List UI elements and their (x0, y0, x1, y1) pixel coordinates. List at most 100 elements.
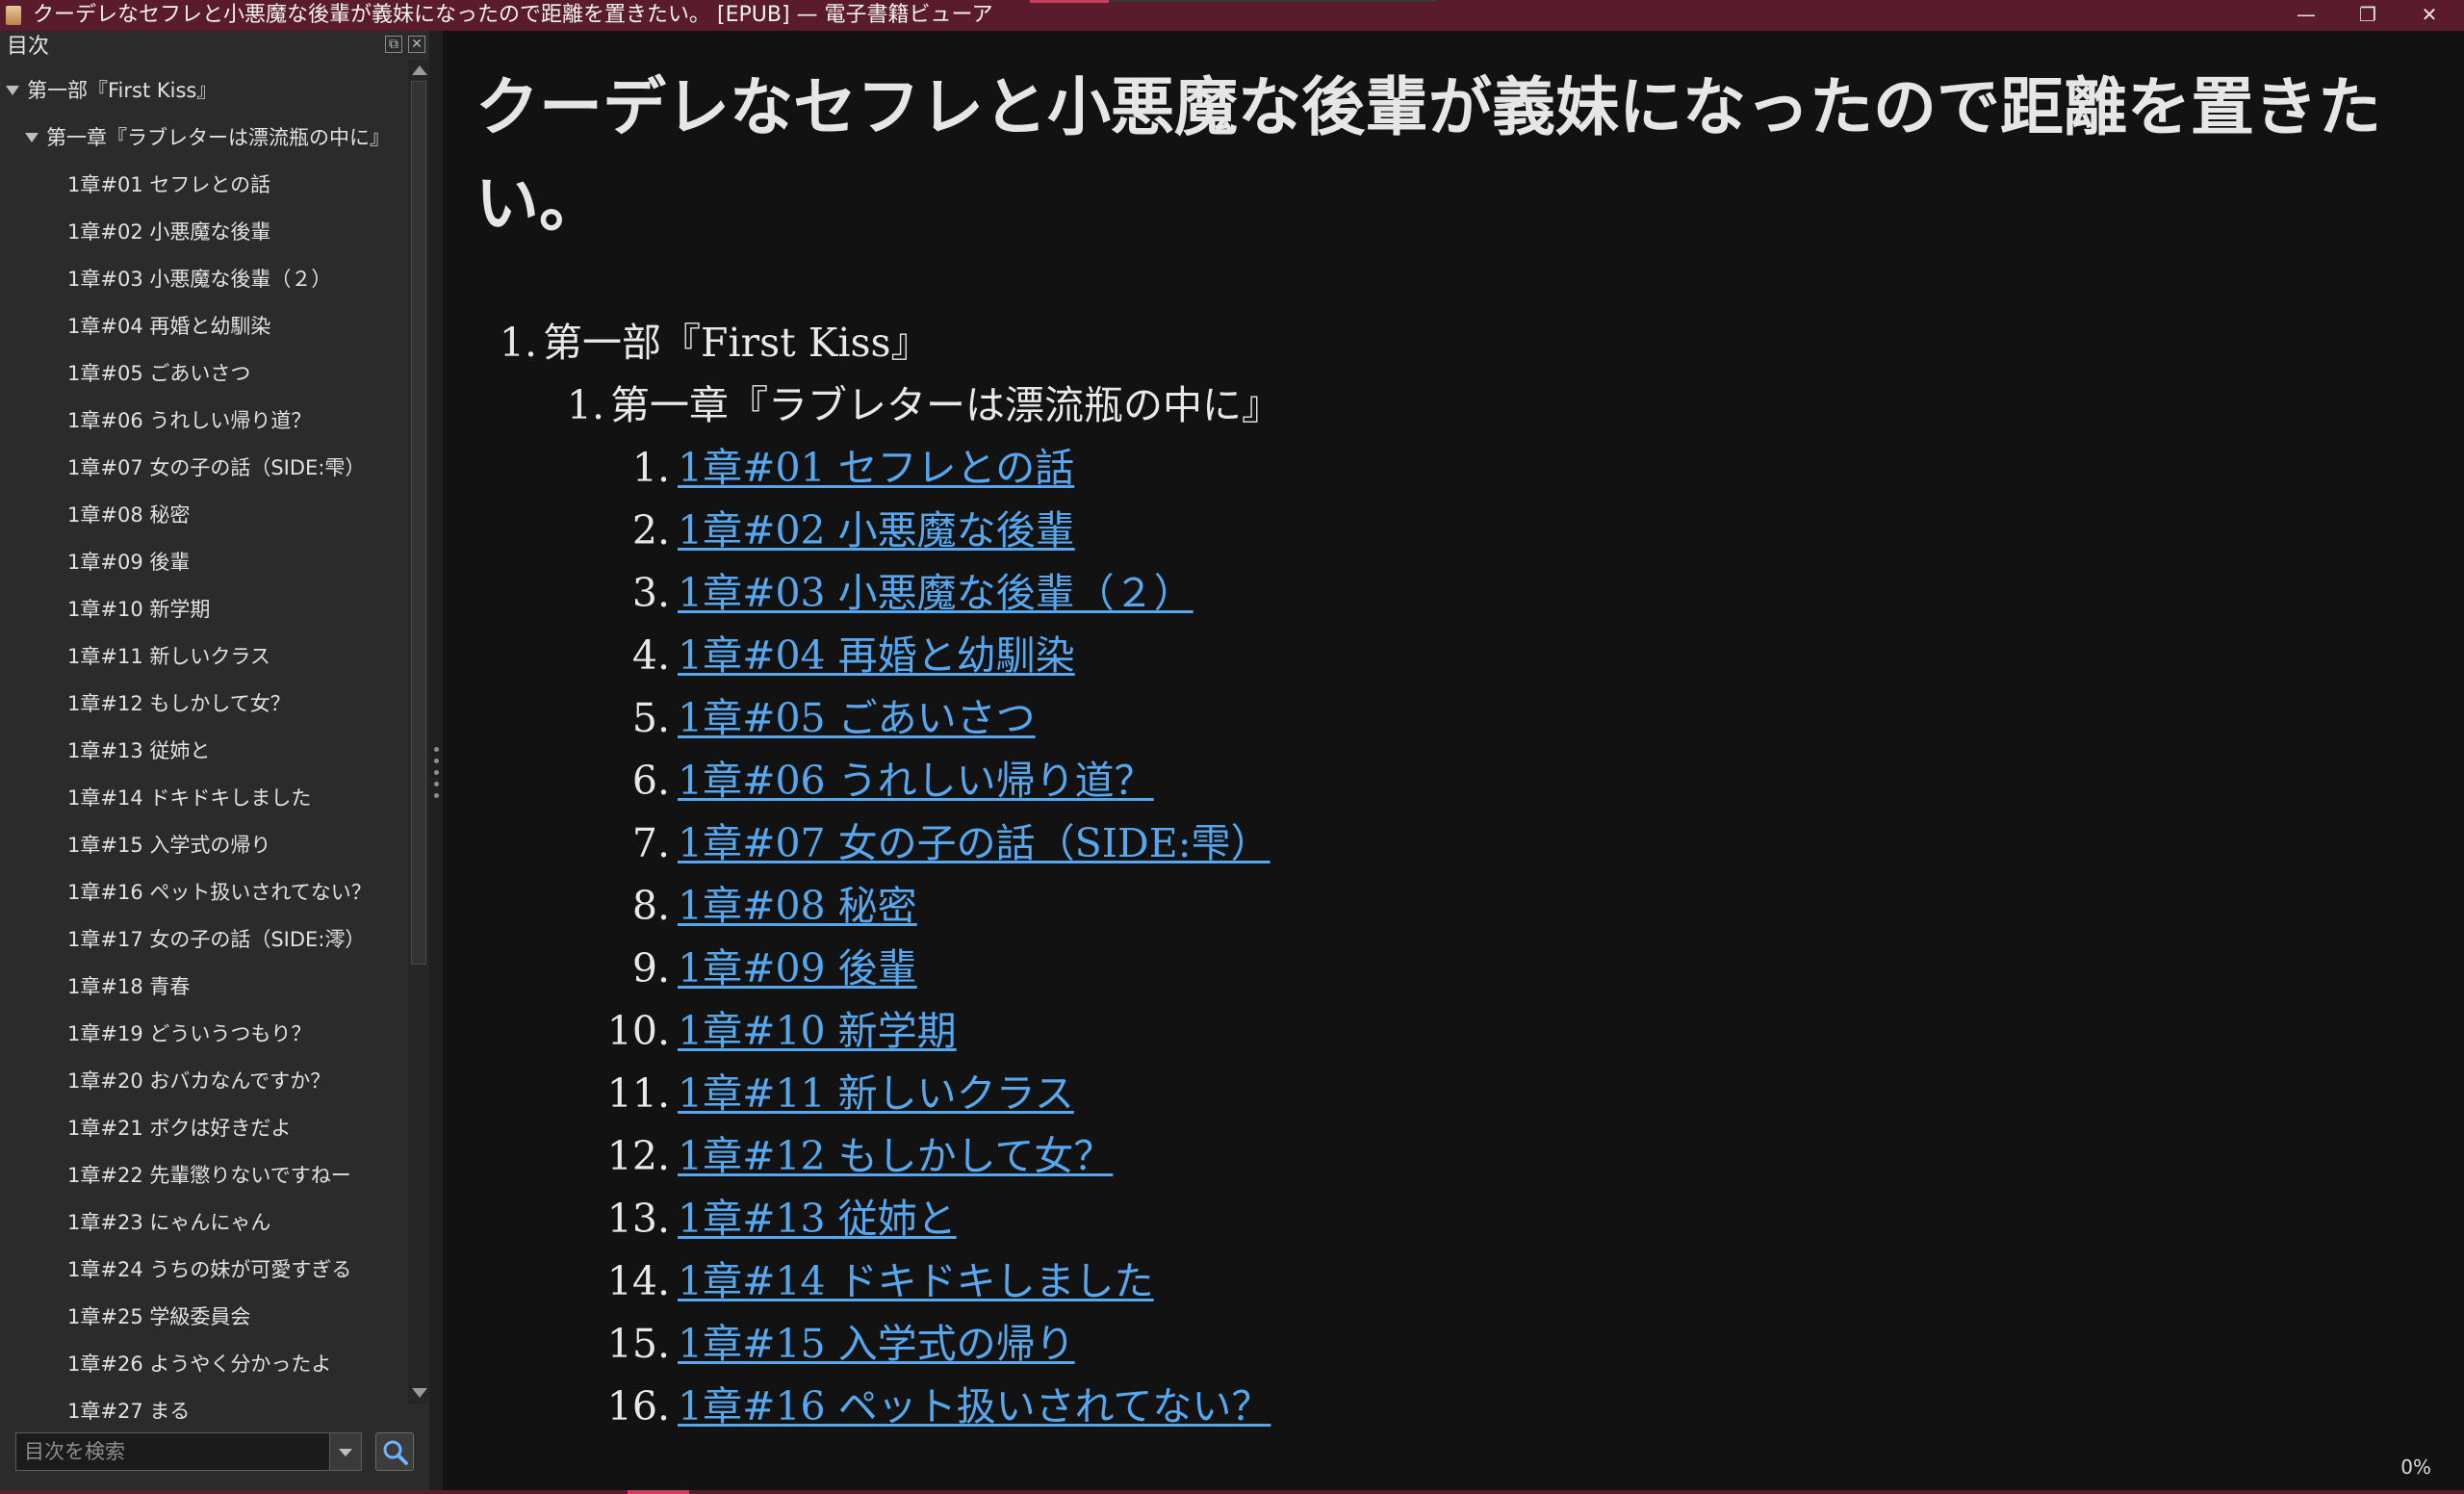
chapter-link-row: 9. 1章#09 後輩 (443, 940, 1983, 997)
toc-item[interactable]: 1章#26 ようやく分かったよ (0, 1341, 408, 1388)
toc-item-part[interactable]: 第一部『First Kiss』 (0, 67, 408, 115)
chapter-link[interactable]: 1章#01 セフレとの話 (678, 439, 1074, 497)
toc-item[interactable]: 1章#10 新学期 (0, 586, 408, 633)
chapter-link[interactable]: 1章#10 新学期 (678, 1002, 957, 1060)
toc-item[interactable]: 1章#27 まる (0, 1388, 408, 1432)
chapter-link-row: 3. 1章#03 小悪魔な後輩（２） (443, 564, 1983, 622)
close-icon[interactable]: ✕ (408, 36, 425, 53)
chapter-link-row: 12. 1章#12 もしかして女？ (443, 1127, 1983, 1185)
toc-item[interactable]: 1章#07 女の子の話（SIDE:雫） (0, 445, 408, 492)
toc-item[interactable]: 1章#11 新しいクラス (0, 633, 408, 681)
toc-item-label: 1章#17 女の子の話（SIDE:澪） (67, 928, 366, 951)
list-number: 9. (631, 945, 670, 992)
toc-item-label: 1章#24 うちの妹が可愛すぎる (67, 1258, 352, 1281)
chapter-link[interactable]: 1章#07 女の子の話（SIDE:雫） (678, 814, 1270, 872)
toc-item[interactable]: 1章#03 小悪魔な後輩（２） (0, 256, 408, 303)
list-number: 14. (606, 1258, 670, 1304)
chapter-link[interactable]: 1章#14 ドキドキしました (678, 1252, 1154, 1310)
scroll-up-icon[interactable] (412, 65, 427, 75)
expand-triangle-icon[interactable] (25, 133, 38, 142)
minimize-button[interactable]: — (2275, 0, 2337, 31)
chapter-link[interactable]: 1章#12 もしかして女？ (678, 1127, 1113, 1185)
chapter-link[interactable]: 1章#09 後輩 (678, 940, 917, 997)
toc-item-label: 1章#19 どういうつもり？ (67, 1022, 312, 1045)
search-history-dropdown[interactable] (329, 1432, 362, 1471)
restore-button[interactable]: ❐ (2337, 0, 2399, 31)
chapter-link[interactable]: 1章#06 うれしい帰り道？ (678, 752, 1154, 810)
toc-item-label: 1章#26 ようやく分かったよ (67, 1352, 332, 1376)
toc-item-chapter[interactable]: 第一章『ラブレターは漂流瓶の中に』 (0, 115, 408, 162)
toc-item[interactable]: 1章#15 入学式の帰り (0, 822, 408, 869)
grip-dot-icon (434, 770, 439, 775)
list-number: 3. (631, 570, 670, 616)
toc-chapter-row: 1. 第一章『ラブレターは漂流瓶の中に』 (443, 376, 1790, 434)
title-bar[interactable]: クーデレなセフレと小悪魔な後輩が義妹になったので距離を置きたい。 [EPUB] … (0, 0, 2464, 31)
chapter-link[interactable]: 1章#13 従姉と (678, 1190, 957, 1248)
chapter-link[interactable]: 1章#04 再婚と幼馴染 (678, 627, 1075, 684)
toc-item[interactable]: 1章#08 秘密 (0, 492, 408, 539)
toc-item[interactable]: 1章#24 うちの妹が可愛すぎる (0, 1247, 408, 1294)
chapter-link-row: 11. 1章#11 新しいクラス (443, 1065, 1983, 1122)
chapter-link[interactable]: 1章#11 新しいクラス (678, 1065, 1074, 1122)
status-mark (628, 1490, 689, 1494)
toc-item[interactable]: 1章#16 ペット扱いされてない？ (0, 869, 408, 916)
toc-sidebar: 目次 ⧉ ✕ 第一部『First Kiss』 第一章『ラブレターは漂流瓶の中に』 1… (0, 31, 435, 1490)
toc-item[interactable]: 1章#02 小悪魔な後輩 (0, 209, 408, 256)
book-app-icon (6, 6, 21, 25)
title-accent-line (1109, 0, 1436, 2)
title-accent-mark (1030, 0, 1109, 3)
list-number: 5. (631, 695, 670, 741)
chevron-down-icon (339, 1449, 352, 1456)
scroll-down-icon[interactable] (412, 1388, 427, 1398)
toc-item[interactable]: 1章#05 ごあいさつ (0, 350, 408, 398)
list-number: 15. (606, 1321, 670, 1367)
scroll-thumb[interactable] (411, 81, 426, 965)
toc-item-label: 1章#14 ドキドキしました (67, 786, 312, 810)
toc-item-label: 1章#11 新しいクラス (67, 645, 270, 668)
chapter-link[interactable]: 1章#16 ペット扱いされてない？ (678, 1378, 1270, 1435)
list-number: 11. (606, 1070, 670, 1117)
grip-dot-icon (434, 793, 439, 798)
toc-item-label: 第一章『ラブレターは漂流瓶の中に』 (46, 126, 390, 149)
chapter-link[interactable]: 1章#03 小悪魔な後輩（２） (678, 564, 1194, 622)
toc-item[interactable]: 1章#01 セフレとの話 (0, 162, 408, 209)
toc-item-label: 1章#09 後輩 (67, 551, 191, 574)
toc-item[interactable]: 1章#25 学級委員会 (0, 1294, 408, 1341)
toc-item[interactable]: 1章#18 青春 (0, 964, 408, 1011)
chapter-link[interactable]: 1章#02 小悪魔な後輩 (678, 502, 1075, 559)
chapter-link[interactable]: 1章#05 ごあいさつ (678, 689, 1036, 747)
toc-item-label: 1章#02 小悪魔な後輩 (67, 220, 271, 244)
chapter-link-row: 8. 1章#08 秘密 (443, 877, 1983, 935)
toc-item[interactable]: 1章#19 どういうつもり？ (0, 1011, 408, 1058)
toc-item[interactable]: 1章#13 従姉と (0, 728, 408, 775)
toc-item[interactable]: 1章#22 先輩懲りないですねー (0, 1152, 408, 1199)
search-button[interactable] (375, 1432, 414, 1471)
chapter-link-row: 10. 1章#10 新学期 (443, 1002, 1983, 1060)
toc-item[interactable]: 1章#12 もしかして女？ (0, 681, 408, 728)
toc-item[interactable]: 1章#04 再婚と幼馴染 (0, 303, 408, 350)
list-number: 1. (566, 382, 604, 428)
toc-item[interactable]: 1章#23 にゃんにゃん (0, 1199, 408, 1247)
chapter-link[interactable]: 1章#15 入学式の帰り (678, 1315, 1075, 1373)
toc-item[interactable]: 1章#06 うれしい帰り道？ (0, 398, 408, 445)
pane-splitter[interactable] (429, 31, 443, 1490)
toc-search-input[interactable]: 目次を検索 (15, 1432, 346, 1471)
toc-scrollbar[interactable] (408, 60, 429, 1404)
toc-item-label: 1章#01 セフレとの話 (67, 173, 271, 196)
search-icon (383, 1440, 408, 1465)
toc-item[interactable]: 1章#21 ボクは好きだよ (0, 1105, 408, 1152)
list-number: 6. (631, 758, 670, 804)
toc-item[interactable]: 1章#09 後輩 (0, 539, 408, 586)
toc-item[interactable]: 1章#17 女の子の話（SIDE:澪） (0, 916, 408, 964)
chapter-link-row: 13. 1章#13 従姉と (443, 1190, 1983, 1248)
toc-item-label: 1章#27 まる (67, 1400, 191, 1423)
chapter-link[interactable]: 1章#08 秘密 (678, 877, 917, 935)
close-window-button[interactable]: ✕ (2399, 0, 2460, 31)
chapter-link-row: 14. 1章#14 ドキドキしました (443, 1252, 1983, 1310)
reader-window: クーデレなセフレと小悪魔な後輩が義妹になったので距離を置きたい。 [EPUB] … (0, 0, 2464, 1494)
reader-pane[interactable]: クーデレなセフレと小悪魔な後輩が義妹になったので距離を置きたい。 1. 第一部『… (443, 31, 2464, 1490)
toc-item[interactable]: 1章#20 おバカなんですか？ (0, 1058, 408, 1105)
toc-item[interactable]: 1章#14 ドキドキしました (0, 775, 408, 822)
expand-triangle-icon[interactable] (6, 86, 19, 95)
float-icon[interactable]: ⧉ (385, 36, 402, 53)
